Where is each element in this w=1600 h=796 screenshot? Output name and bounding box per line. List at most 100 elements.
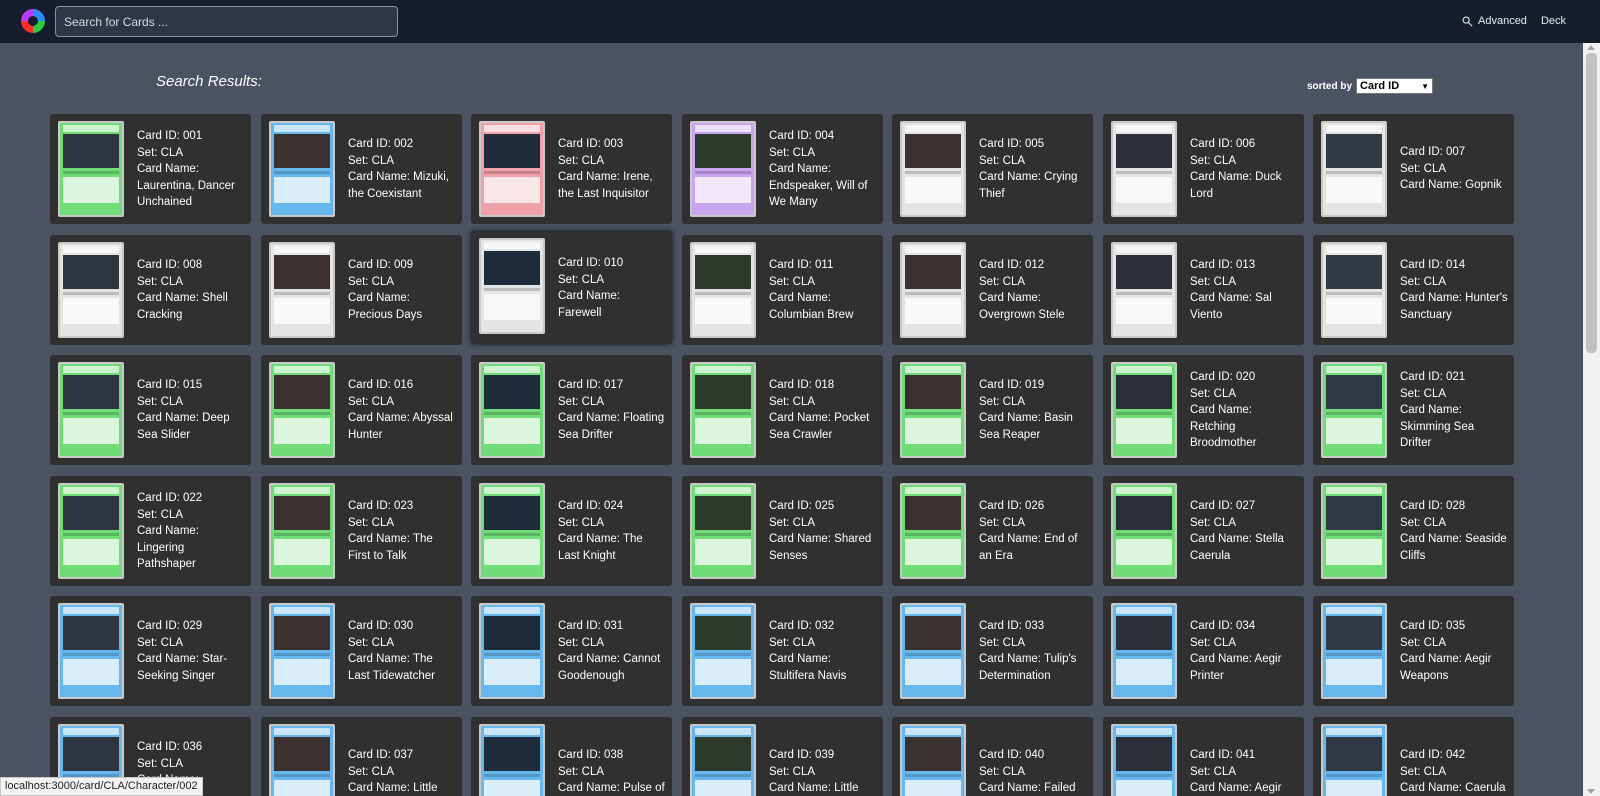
card-thumbnail[interactable] [1321, 603, 1387, 699]
card-thumbnail[interactable] [1111, 483, 1177, 579]
card-result[interactable]: Card ID: 016 Set: CLA Card Name: Abyssal H… [261, 355, 462, 465]
card-result[interactable]: Card ID: 030 Set: CLA Card Name: The Last … [261, 596, 462, 706]
card-result[interactable]: Card ID: 039 Set: CLA Card Name: Little [682, 717, 883, 796]
card-thumbnail[interactable] [269, 121, 335, 217]
card-thumbnail[interactable] [1321, 121, 1387, 217]
card-id: Card ID: 041 [1190, 749, 1256, 761]
card-thumbnail[interactable] [1111, 603, 1177, 699]
card-thumbnail[interactable] [479, 121, 545, 217]
card-id: Card ID: 013 [1190, 259, 1256, 271]
card-result[interactable]: Card ID: 038 Set: CLA Card Name: Pulse of [471, 717, 672, 796]
card-result[interactable]: Card ID: 031 Set: CLA Card Name: Cannot Go… [471, 596, 672, 706]
card-result[interactable]: Card ID: 005 Set: CLA Card Name: Crying Th… [892, 114, 1093, 224]
card-thumbnail[interactable] [1111, 724, 1177, 796]
card-thumbnail[interactable] [58, 603, 124, 699]
card-result[interactable]: Card ID: 035 Set: CLA Card Name: Aegir Wea… [1313, 596, 1514, 706]
card-id: Card ID: 020 [1190, 371, 1256, 383]
card-thumbnail[interactable] [1111, 121, 1177, 217]
scroll-thumb[interactable] [1586, 53, 1597, 353]
card-result[interactable]: Card ID: 037 Set: CLA Card Name: Little [261, 717, 462, 796]
card-thumbnail[interactable] [690, 724, 756, 796]
scroll-down-arrow-icon[interactable] [1587, 789, 1595, 794]
card-thumbnail[interactable] [690, 121, 756, 217]
card-result[interactable]: Card ID: 008 Set: CLA Card Name: Shell Cra… [50, 235, 251, 345]
card-set: Set: CLA [769, 395, 816, 408]
card-result[interactable]: Card ID: 012 Set: CLA Card Name: Overgrown… [892, 235, 1093, 345]
card-thumbnail[interactable] [479, 238, 545, 334]
card-result[interactable]: Card ID: 017 Set: CLA Card Name: Floating … [471, 355, 672, 465]
vertical-scrollbar[interactable] [1583, 43, 1600, 796]
card-thumbnail[interactable] [269, 242, 335, 338]
card-thumbnail[interactable] [269, 724, 335, 796]
card-result[interactable]: Card ID: 041 Set: CLA Card Name: Aegir [1103, 717, 1304, 796]
card-thumbnail[interactable] [1321, 724, 1387, 796]
card-result[interactable]: Card ID: 020 Set: CLA Card Name: Retching … [1103, 355, 1304, 465]
card-thumbnail[interactable] [690, 603, 756, 699]
card-thumbnail[interactable] [900, 121, 966, 217]
card-thumbnail[interactable] [900, 724, 966, 796]
deck-link[interactable]: Deck [1541, 15, 1566, 27]
card-thumbnail[interactable] [269, 483, 335, 579]
scroll-up-arrow-icon[interactable] [1587, 45, 1595, 50]
sort-select[interactable]: Card ID ▼ [1356, 78, 1434, 94]
card-result[interactable]: Card ID: 025 Set: CLA Card Name: Shared Se… [682, 476, 883, 586]
card-thumbnail[interactable] [1321, 483, 1387, 579]
card-result[interactable]: Card ID: 001 Set: CLA Card Name: Laurentin… [50, 114, 251, 224]
card-result[interactable]: Card ID: 028 Set: CLA Card Name: Seaside C… [1313, 476, 1514, 586]
card-thumbnail[interactable] [690, 483, 756, 579]
card-result[interactable]: Card ID: 023 Set: CLA Card Name: The First… [261, 476, 462, 586]
card-set: Set: CLA [1190, 765, 1237, 778]
card-thumbnail[interactable] [900, 362, 966, 458]
card-name: Card Name: Shell Cracking [137, 292, 228, 321]
card-result[interactable]: Card ID: 006 Set: CLA Card Name: Duck Lord [1103, 114, 1304, 224]
card-result[interactable]: Card ID: 033 Set: CLA Card Name: Tulip's D… [892, 596, 1093, 706]
card-thumbnail[interactable] [479, 362, 545, 458]
app-logo-icon[interactable] [18, 6, 48, 36]
card-result[interactable]: Card ID: 026 Set: CLA Card Name: End of an… [892, 476, 1093, 586]
card-thumbnail[interactable] [479, 603, 545, 699]
card-thumbnail[interactable] [1111, 242, 1177, 338]
card-result[interactable]: Card ID: 022 Set: CLA Card Name: Lingering… [50, 476, 251, 586]
card-result[interactable]: Card ID: 021 Set: CLA Card Name: Skimming … [1313, 355, 1514, 465]
card-result[interactable]: Card ID: 034 Set: CLA Card Name: Aegir Pri… [1103, 596, 1304, 706]
card-result[interactable]: Card ID: 004 Set: CLA Card Name: Endspeake… [682, 114, 883, 224]
card-thumbnail[interactable] [1321, 362, 1387, 458]
card-result[interactable]: Card ID: 014 Set: CLA Card Name: Hunter's … [1313, 235, 1514, 345]
card-thumbnail[interactable] [58, 362, 124, 458]
search-input[interactable] [55, 6, 398, 37]
card-result[interactable]: Card ID: 040 Set: CLA Card Name: Failed [892, 717, 1093, 796]
card-result[interactable]: Card ID: 007 Set: CLA Card Name: Gopnik [1313, 114, 1514, 224]
card-result[interactable]: Card ID: 015 Set: CLA Card Name: Deep Sea … [50, 355, 251, 465]
card-info: Card ID: 039 Set: CLA Card Name: Little [769, 747, 877, 796]
card-thumbnail[interactable] [479, 724, 545, 796]
card-thumbnail[interactable] [58, 483, 124, 579]
card-result[interactable]: Card ID: 010 Set: CLA Card Name: Farewell [471, 231, 672, 344]
card-result[interactable]: Card ID: 013 Set: CLA Card Name: Sal Vient… [1103, 235, 1304, 345]
card-thumbnail[interactable] [269, 603, 335, 699]
card-thumbnail[interactable] [58, 242, 124, 338]
card-result[interactable]: Card ID: 002 Set: CLA Card Name: Mizuki, t… [261, 114, 462, 224]
card-thumbnail[interactable] [479, 483, 545, 579]
card-result[interactable]: Card ID: 018 Set: CLA Card Name: Pocket Se… [682, 355, 883, 465]
card-thumbnail[interactable] [1321, 242, 1387, 338]
card-thumbnail[interactable] [1111, 362, 1177, 458]
card-thumbnail[interactable] [269, 362, 335, 458]
card-result[interactable]: Card ID: 009 Set: CLA Card Name: Precious … [261, 235, 462, 345]
card-thumbnail[interactable] [900, 603, 966, 699]
card-thumbnail[interactable] [900, 242, 966, 338]
card-result[interactable]: Card ID: 032 Set: CLA Card Name: Stultifer… [682, 596, 883, 706]
card-result[interactable]: Card ID: 029 Set: CLA Card Name: Star-Seek… [50, 596, 251, 706]
card-result[interactable]: Card ID: 027 Set: CLA Card Name: Stella Ca… [1103, 476, 1304, 586]
advanced-search-link[interactable]: Advanced [1462, 15, 1527, 27]
card-result[interactable]: Card ID: 019 Set: CLA Card Name: Basin Sea… [892, 355, 1093, 465]
card-thumbnail[interactable] [690, 362, 756, 458]
card-thumbnail[interactable] [58, 121, 124, 217]
card-set: Set: CLA [979, 275, 1026, 288]
card-info: Card ID: 014 Set: CLA Card Name: Hunter's … [1400, 257, 1508, 323]
card-result[interactable]: Card ID: 003 Set: CLA Card Name: Irene, th… [471, 114, 672, 224]
card-result[interactable]: Card ID: 042 Set: CLA Card Name: Caerula [1313, 717, 1514, 796]
card-result[interactable]: Card ID: 011 Set: CLA Card Name: Columbian… [682, 235, 883, 345]
card-result[interactable]: Card ID: 024 Set: CLA Card Name: The Last … [471, 476, 672, 586]
card-thumbnail[interactable] [690, 242, 756, 338]
card-thumbnail[interactable] [900, 483, 966, 579]
